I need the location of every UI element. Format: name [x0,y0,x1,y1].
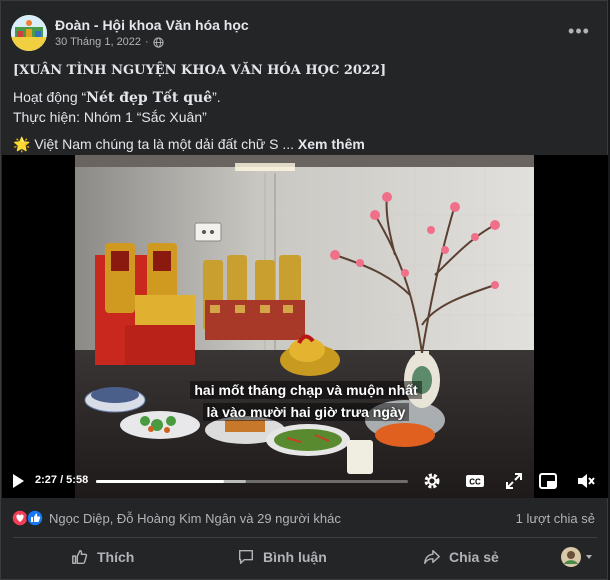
post-date[interactable]: 30 Tháng 1, 2022 [55,36,141,48]
video-subtitle: hai mốt tháng chạp và muộn nhất là vào m… [176,379,436,423]
video-player[interactable]: hai mốt tháng chạp và muộn nhất là vào m… [2,155,608,498]
actions-divider [13,537,597,538]
like-label: Thích [97,549,135,565]
video-controls: 2:27 / 5:58 CC [2,464,608,498]
post-actions: Thích Bình luận Chia sẻ [13,541,597,573]
post-meta: 30 Tháng 1, 2022 · [55,36,164,48]
user-avatar-icon [561,547,581,567]
thumbs-up-icon [72,549,88,565]
share-button[interactable]: Chia sẻ [423,543,499,571]
page-avatar[interactable] [11,15,47,51]
subtitle-line-2: là vào mười hai giờ trưa ngày [202,403,410,421]
volume-mute-icon[interactable] [576,471,596,491]
react-as-selector[interactable] [561,547,593,567]
post-author[interactable]: Đoàn - Hội khoa Văn hóa học [55,17,249,33]
share-icon [424,549,440,565]
love-reaction-icon [11,509,29,527]
more-icon[interactable]: ••• [567,21,591,41]
reaction-icons[interactable] [11,509,47,527]
globe-icon [153,36,164,48]
activity-name: Nét đẹp Tết quê [86,90,213,106]
video-time: 2:27 / 5:58 [35,474,89,486]
sun-icon: 🌟 [13,136,31,152]
activity-line: Hoạt động “Nét đẹp Tết quê”. [13,89,221,106]
chevron-down-icon [586,555,592,559]
progress-fill [96,480,224,483]
captions-icon[interactable]: CC [465,471,485,491]
post-title: [XUÂN TÌNH NGUYỆN KHOA VĂN HÓA HỌC 2022] [13,63,387,78]
comment-label: Bình luận [263,549,327,565]
progress-bar[interactable] [96,480,408,483]
like-button[interactable]: Thích [71,543,134,571]
fullscreen-icon[interactable] [504,471,524,491]
post-stats: Ngọc Diệp, Đỗ Hoàng Kim Ngân và 29 người… [11,506,599,532]
see-more-link[interactable]: Xem thêm [298,136,365,152]
settings-icon[interactable] [422,471,442,491]
svg-text:CC: CC [469,478,481,487]
share-label: Chia sẻ [449,549,499,565]
share-count[interactable]: 1 lượt chia sẻ [516,511,595,526]
like-reaction-icon [26,509,44,527]
post-text: [XUÂN TÌNH NGUYỆN KHOA VĂN HÓA HỌC 2022]… [13,61,593,154]
play-icon[interactable] [10,473,26,489]
video-frame [75,155,534,498]
miniplayer-icon[interactable] [538,471,558,491]
post-header: Đoàn - Hội khoa Văn hóa học 30 Tháng 1, … [11,15,601,55]
post-card: Đoàn - Hội khoa Văn hóa học 30 Tháng 1, … [0,0,608,580]
comment-button[interactable]: Bình luận [237,543,327,571]
subtitle-line-1: hai mốt tháng chạp và muộn nhất [190,381,422,399]
comment-icon [238,549,254,565]
reaction-names[interactable]: Ngọc Diệp, Đỗ Hoàng Kim Ngân và 29 người… [49,511,341,526]
team-line: Thực hiện: Nhóm 1 “Sắc Xuân” [13,109,207,125]
excerpt-text: Việt Nam chúng ta là một dải đất chữ S .… [30,136,298,152]
excerpt-line: 🌟 Việt Nam chúng ta là một dải đất chữ S… [13,135,593,154]
